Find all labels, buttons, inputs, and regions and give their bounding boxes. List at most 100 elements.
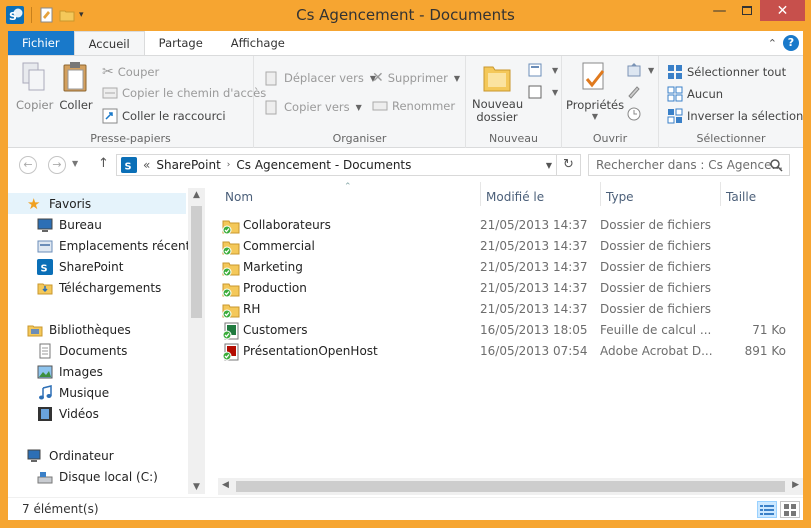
column-size[interactable]: Taille <box>726 186 756 208</box>
large-icons-view-icon <box>784 504 796 516</box>
chevron-down-icon[interactable]: ▼ <box>188 482 205 492</box>
svg-text:S: S <box>41 263 48 274</box>
tab-home[interactable]: Accueil <box>73 31 145 55</box>
cut-label: Couper <box>117 65 160 79</box>
easy-access-button[interactable]: ▼ <box>528 84 558 100</box>
folder-icon <box>222 241 240 256</box>
paste-shortcut-button[interactable]: Coller le raccourci <box>102 108 226 124</box>
chevron-down-icon[interactable]: ▼ <box>72 159 78 168</box>
nav-music[interactable]: Musique <box>8 382 109 403</box>
tab-share[interactable]: Partage <box>145 31 217 55</box>
help-icon[interactable]: ? <box>783 35 799 51</box>
copy-to-button[interactable]: Copier vers ▼ <box>264 99 362 115</box>
nav-scrollbar-thumb[interactable] <box>191 206 202 318</box>
chevron-right-icon[interactable]: › <box>227 160 231 170</box>
refresh-button[interactable]: ↻ <box>556 155 580 175</box>
breadcrumb-current[interactable]: Cs Agencement - Documents <box>236 158 411 172</box>
select-none-button[interactable]: Aucun <box>667 86 723 102</box>
nav-sharepoint[interactable]: S SharePoint <box>8 256 123 277</box>
properties-button[interactable]: Propriétés ▼ <box>566 61 624 121</box>
copy-path-button[interactable]: Copier le chemin d'accès <box>102 86 266 100</box>
delete-button[interactable]: ✕ Supprimer ▼ <box>372 70 460 86</box>
arrow-right-icon: → <box>52 158 62 171</box>
table-row[interactable]: Production 21/05/2013 14:37 Dossier de fic… <box>220 278 796 299</box>
downloads-icon <box>37 283 53 294</box>
chevron-left-icon[interactable]: ◀ <box>222 480 229 490</box>
rename-button[interactable]: Renommer <box>372 99 455 113</box>
nav-videos-label: Vidéos <box>59 406 99 421</box>
file-type: Dossier de fichiers <box>600 260 712 274</box>
move-to-button[interactable]: Déplacer vers ▼ <box>264 70 376 86</box>
forward-button[interactable]: → <box>48 156 66 174</box>
nav-documents[interactable]: Documents <box>8 340 127 361</box>
nav-scrollbar[interactable]: ▲ ▼ <box>188 188 205 494</box>
table-row[interactable]: Commercial 21/05/2013 14:37 Dossier de fic… <box>220 236 796 257</box>
cut-button[interactable]: ✂ Couper <box>102 64 159 80</box>
details-view-button[interactable] <box>757 501 777 518</box>
file-modified: 21/05/2013 14:37 <box>480 302 588 316</box>
nav-videos[interactable]: Vidéos <box>8 403 99 424</box>
table-row[interactable]: Collaborateurs 21/05/2013 14:37 Dossier de… <box>220 215 796 236</box>
computer-icon <box>27 449 41 462</box>
table-row[interactable]: RH 21/05/2013 14:37 Dossier de fichiers <box>220 299 796 320</box>
nav-local-disk-label: Disque local (C:) <box>59 469 158 484</box>
file-name: Customers <box>243 323 308 337</box>
address-bar[interactable]: S « SharePoint › Cs Agencement - Documen… <box>116 154 581 176</box>
nav-images[interactable]: Images <box>8 361 103 382</box>
column-type[interactable]: Type <box>606 186 634 208</box>
chevron-up-icon[interactable]: ▲ <box>188 190 205 200</box>
close-button[interactable]: ✕ <box>760 0 805 21</box>
new-group-label: Nouveau <box>489 132 538 145</box>
nav-desktop[interactable]: Bureau <box>8 214 102 235</box>
search-input[interactable]: Rechercher dans : Cs Agence... <box>588 154 790 176</box>
nav-recent[interactable]: Emplacements récents <box>8 235 197 256</box>
tab-file[interactable]: Fichier <box>8 31 74 55</box>
horizontal-scrollbar-thumb[interactable] <box>236 481 785 492</box>
column-modified[interactable]: Modifié le <box>486 186 544 208</box>
folder-icon <box>222 220 240 235</box>
nav-favorites[interactable]: ★ Favoris <box>8 193 186 214</box>
copy-button[interactable]: Copier <box>16 61 53 112</box>
up-button[interactable]: ↑ <box>98 156 109 171</box>
new-item-button[interactable]: ▼ <box>528 62 558 78</box>
edit-button[interactable] <box>626 84 642 100</box>
new-folder-button[interactable]: Nouveau dossier <box>472 61 523 124</box>
nav-local-disk[interactable]: Disque local (C:) <box>8 466 158 487</box>
large-icons-view-button[interactable] <box>780 501 800 518</box>
documents-icon <box>39 343 51 358</box>
breadcrumb-overflow[interactable]: « <box>143 158 150 172</box>
column-separator[interactable] <box>480 182 481 206</box>
chevron-right-icon[interactable]: ▶ <box>792 480 799 490</box>
maximize-button[interactable] <box>733 0 760 21</box>
open-with-button[interactable]: ▼ <box>626 62 654 78</box>
tab-view[interactable]: Affichage <box>217 31 299 55</box>
chevron-down-icon[interactable]: ▼ <box>546 161 552 170</box>
file-name: RH <box>243 302 261 316</box>
chevron-down-icon: ▼ <box>648 65 655 75</box>
nav-libraries[interactable]: Bibliothèques <box>8 319 131 340</box>
breadcrumb-sharepoint[interactable]: SharePoint <box>156 158 220 172</box>
chevron-up-icon[interactable]: ⌃ <box>768 37 777 50</box>
nav-libraries-label: Bibliothèques <box>49 322 131 337</box>
select-group: Sélectionner tout Aucun Inverser la séle… <box>659 56 803 148</box>
history-button[interactable] <box>626 106 642 122</box>
invert-selection-label: Inverser la sélection <box>687 109 804 123</box>
paste-button[interactable]: Coller <box>58 61 94 112</box>
horizontal-scrollbar[interactable]: ◀ ▶ <box>218 478 803 495</box>
delete-label: Supprimer <box>387 71 448 85</box>
nav-computer[interactable]: Ordinateur <box>8 445 114 466</box>
select-all-button[interactable]: Sélectionner tout <box>667 64 786 80</box>
desktop-icon <box>37 218 53 232</box>
table-row[interactable]: PrésentationOpenHost 16/05/2013 07:54 Adob… <box>220 341 796 362</box>
nav-downloads[interactable]: Téléchargements <box>8 277 161 298</box>
minimize-button[interactable]: — <box>706 0 733 21</box>
copy-path-label: Copier le chemin d'accès <box>122 86 267 100</box>
column-separator[interactable] <box>720 182 721 206</box>
table-row[interactable]: Customers 16/05/2013 18:05 Feuille de calc… <box>220 320 796 341</box>
back-button[interactable]: ← <box>19 156 37 174</box>
column-separator[interactable] <box>600 182 601 206</box>
invert-selection-button[interactable]: Inverser la sélection <box>667 108 803 124</box>
table-row[interactable]: Marketing 21/05/2013 14:37 Dossier de fich… <box>220 257 796 278</box>
column-name[interactable]: Nom <box>225 186 253 208</box>
recent-places-icon <box>37 240 53 252</box>
